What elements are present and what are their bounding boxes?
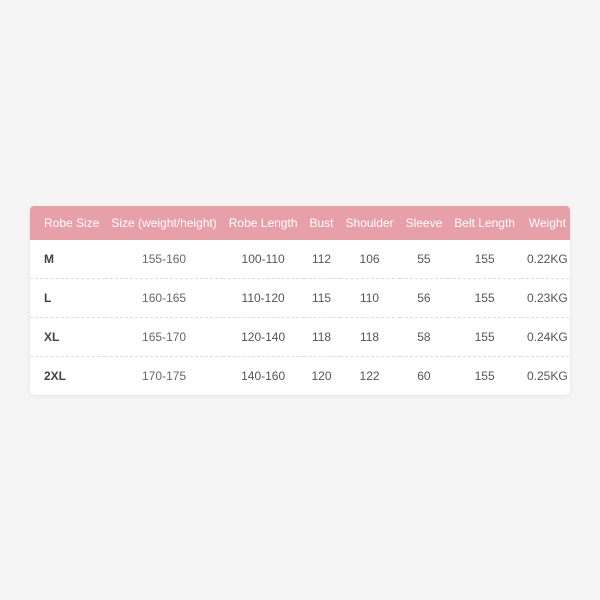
cell-robe-length: 100-110 xyxy=(223,240,304,279)
cell-robe-length: 140-160 xyxy=(223,356,304,395)
cell-bust: 118 xyxy=(304,317,340,356)
table-row: M155-160100-110112106551550.22KG xyxy=(30,240,570,279)
col-header-weight: Weight xyxy=(521,206,570,240)
cell-size-wh: 170-175 xyxy=(105,356,222,395)
cell-robe-size: 2XL xyxy=(30,356,105,395)
cell-weight: 0.22KG xyxy=(521,240,570,279)
cell-shoulder: 118 xyxy=(340,317,400,356)
cell-shoulder: 110 xyxy=(340,278,400,317)
table-row: L160-165110-120115110561550.23KG xyxy=(30,278,570,317)
col-header-belt-length: Belt Length xyxy=(448,206,521,240)
col-header-robe-length: Robe Length xyxy=(223,206,304,240)
cell-shoulder: 122 xyxy=(340,356,400,395)
cell-robe-size: XL xyxy=(30,317,105,356)
cell-weight: 0.24KG xyxy=(521,317,570,356)
cell-sleeve: 60 xyxy=(400,356,449,395)
size-chart-container: Robe Size Size (weight/height) Robe Leng… xyxy=(30,206,570,395)
table-header-row: Robe Size Size (weight/height) Robe Leng… xyxy=(30,206,570,240)
col-header-shoulder: Shoulder xyxy=(340,206,400,240)
col-header-sleeve: Sleeve xyxy=(400,206,449,240)
col-header-bust: Bust xyxy=(304,206,340,240)
cell-robe-size: M xyxy=(30,240,105,279)
cell-size-wh: 165-170 xyxy=(105,317,222,356)
cell-bust: 120 xyxy=(304,356,340,395)
cell-belt-length: 155 xyxy=(448,278,521,317)
cell-robe-length: 120-140 xyxy=(223,317,304,356)
cell-sleeve: 55 xyxy=(400,240,449,279)
cell-belt-length: 155 xyxy=(448,356,521,395)
cell-weight: 0.25KG xyxy=(521,356,570,395)
cell-sleeve: 56 xyxy=(400,278,449,317)
col-header-size-wh: Size (weight/height) xyxy=(105,206,222,240)
cell-robe-length: 110-120 xyxy=(223,278,304,317)
cell-robe-size: L xyxy=(30,278,105,317)
col-header-robe-size: Robe Size xyxy=(30,206,105,240)
cell-size-wh: 160-165 xyxy=(105,278,222,317)
cell-sleeve: 58 xyxy=(400,317,449,356)
cell-belt-length: 155 xyxy=(448,317,521,356)
cell-shoulder: 106 xyxy=(340,240,400,279)
table-row: 2XL170-175140-160120122601550.25KG xyxy=(30,356,570,395)
cell-size-wh: 155-160 xyxy=(105,240,222,279)
size-chart-table: Robe Size Size (weight/height) Robe Leng… xyxy=(30,206,570,395)
cell-bust: 115 xyxy=(304,278,340,317)
cell-bust: 112 xyxy=(304,240,340,279)
table-row: XL165-170120-140118118581550.24KG xyxy=(30,317,570,356)
cell-belt-length: 155 xyxy=(448,240,521,279)
cell-weight: 0.23KG xyxy=(521,278,570,317)
